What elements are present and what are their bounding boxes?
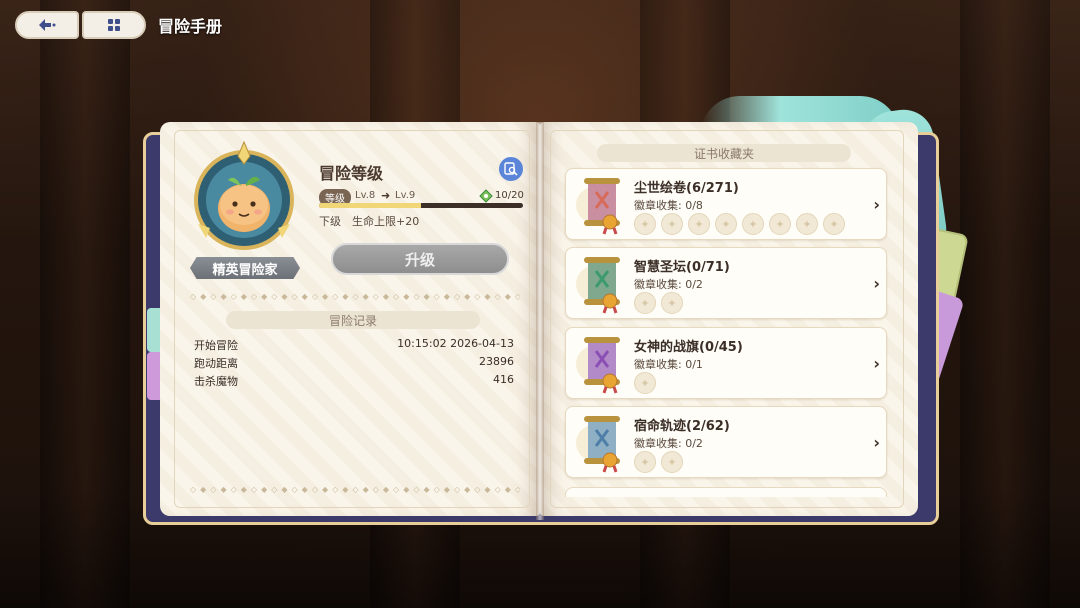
chevron-right-icon: ›	[873, 195, 880, 214]
badge-slot-icon: ✦	[796, 213, 818, 235]
grid-menu-icon	[108, 19, 120, 31]
badge-collection-label: 徽章收集: 0/1	[634, 358, 703, 371]
certificate-title: 智慧圣坛(0/71)	[634, 260, 730, 275]
badge-slot-icon: ✦	[634, 372, 656, 394]
record-row: 击杀魔物 416	[194, 373, 514, 389]
scroll-icon	[576, 178, 620, 235]
badge-row: ✦ ✦ ✦ ✦ ✦ ✦ ✦ ✦	[634, 213, 845, 235]
scroll-icon	[576, 416, 620, 473]
level-title: 冒险等级	[319, 164, 384, 183]
badge-slot-icon: ✦	[769, 213, 791, 235]
certificate-title: 宿命轨迹(2/62)	[634, 419, 730, 434]
record-value: 416	[493, 373, 514, 386]
exp-value: 10/20	[495, 190, 524, 201]
badge-slot-icon: ✦	[715, 213, 737, 235]
record-key: 开始冒险	[194, 339, 238, 352]
exp-progress-bar	[319, 203, 523, 208]
certificate-card[interactable]: 智慧圣坛(0/71) 徽章收集: 0/2 ✦ ✦ ›	[565, 247, 887, 319]
back-arrow-icon	[39, 19, 56, 31]
badge-slot-icon: ✦	[661, 451, 683, 473]
rank-emblem	[194, 140, 294, 250]
certificate-title: 女神的战旗(0/45)	[634, 340, 743, 355]
badge-collection-label: 徽章收集: 0/8	[634, 199, 703, 212]
back-button[interactable]	[15, 11, 79, 39]
records-section-title: 冒险记录	[226, 311, 480, 329]
ornament-divider: ◇◆◇◆◇◆◇◆◇◆◇◆◇◆◇◆◇◆◇◆◇◆◇◆◇◆◇◆◇◆◇◆◇◆◇◆◇◆◇◆…	[190, 485, 520, 494]
certificate-title: 尘世绘卷(6/271)	[634, 181, 739, 196]
badge-row: ✦	[634, 372, 656, 394]
scroll-icon	[576, 257, 620, 314]
certificate-card[interactable]: 宿命轨迹(2/62) 徽章收集: 0/2 ✦ ✦ ›	[565, 406, 887, 478]
next-level-reward: 生命上限+20	[352, 215, 420, 228]
record-key: 击杀魔物	[194, 375, 238, 388]
exp-gem-icon	[479, 189, 493, 203]
book-spine	[536, 122, 544, 520]
badge-slot-icon: ✦	[823, 213, 845, 235]
chevron-right-icon: ›	[873, 274, 880, 293]
record-row: 开始冒险 10:15:02 2026-04-13	[194, 337, 514, 353]
badge-slot-icon: ✦	[661, 292, 683, 314]
badge-slot-icon: ✦	[634, 292, 656, 314]
badge-collection-label: 徽章收集: 0/2	[634, 437, 703, 450]
collection-section-title: 证书收藏夹	[597, 144, 851, 162]
magnifier-icon	[504, 162, 518, 176]
badge-slot-icon: ✦	[742, 213, 764, 235]
certificate-card[interactable]: 尘世绘卷(6/271) 徽章收集: 0/8 ✦ ✦ ✦ ✦ ✦ ✦ ✦ ✦ ›	[565, 168, 887, 240]
badge-slot-icon: ✦	[634, 213, 656, 235]
page-title: 冒险手册	[158, 17, 223, 36]
chevron-right-icon: ›	[873, 433, 880, 452]
ornament-divider: ◇◆◇◆◇◆◇◆◇◆◇◆◇◆◇◆◇◆◇◆◇◆◇◆◇◆◇◆◇◆◇◆◇◆◇◆◇◆◇◆…	[190, 292, 520, 301]
next-level: Lv.9	[395, 190, 416, 201]
next-level-label: 下级	[319, 215, 341, 228]
exp-progress-fill	[319, 203, 421, 208]
upgrade-button[interactable]: 升级	[331, 243, 509, 275]
side-bookmark-tab[interactable]	[147, 352, 161, 400]
side-bookmark-tab[interactable]	[147, 308, 161, 352]
badge-slot-icon: ✦	[661, 213, 683, 235]
record-value: 23896	[479, 355, 514, 368]
certificate-card[interactable]: 女神的战旗(0/45) 徽章收集: 0/1 ✦ ›	[565, 327, 887, 399]
list-item-partial	[565, 487, 887, 497]
badge-row: ✦ ✦	[634, 292, 683, 314]
badge-collection-label: 徽章收集: 0/2	[634, 278, 703, 291]
record-value: 10:15:02 2026-04-13	[397, 337, 514, 350]
rank-badge: 精英冒险家	[190, 257, 300, 279]
record-row: 跑动距离 23896	[194, 355, 514, 371]
badge-row: ✦ ✦	[634, 451, 683, 473]
level-info-button[interactable]	[499, 157, 523, 181]
nav-pill	[15, 11, 146, 39]
chevron-right-icon: ›	[873, 354, 880, 373]
badge-slot-icon: ✦	[688, 213, 710, 235]
badge-slot-icon: ✦	[634, 451, 656, 473]
menu-button[interactable]	[82, 11, 146, 39]
record-key: 跑动距离	[194, 357, 238, 370]
top-bar: 冒险手册	[15, 10, 222, 40]
current-level: Lv.8	[355, 190, 376, 201]
arrow-right-icon: ➜	[381, 189, 391, 202]
scroll-icon	[576, 337, 620, 394]
